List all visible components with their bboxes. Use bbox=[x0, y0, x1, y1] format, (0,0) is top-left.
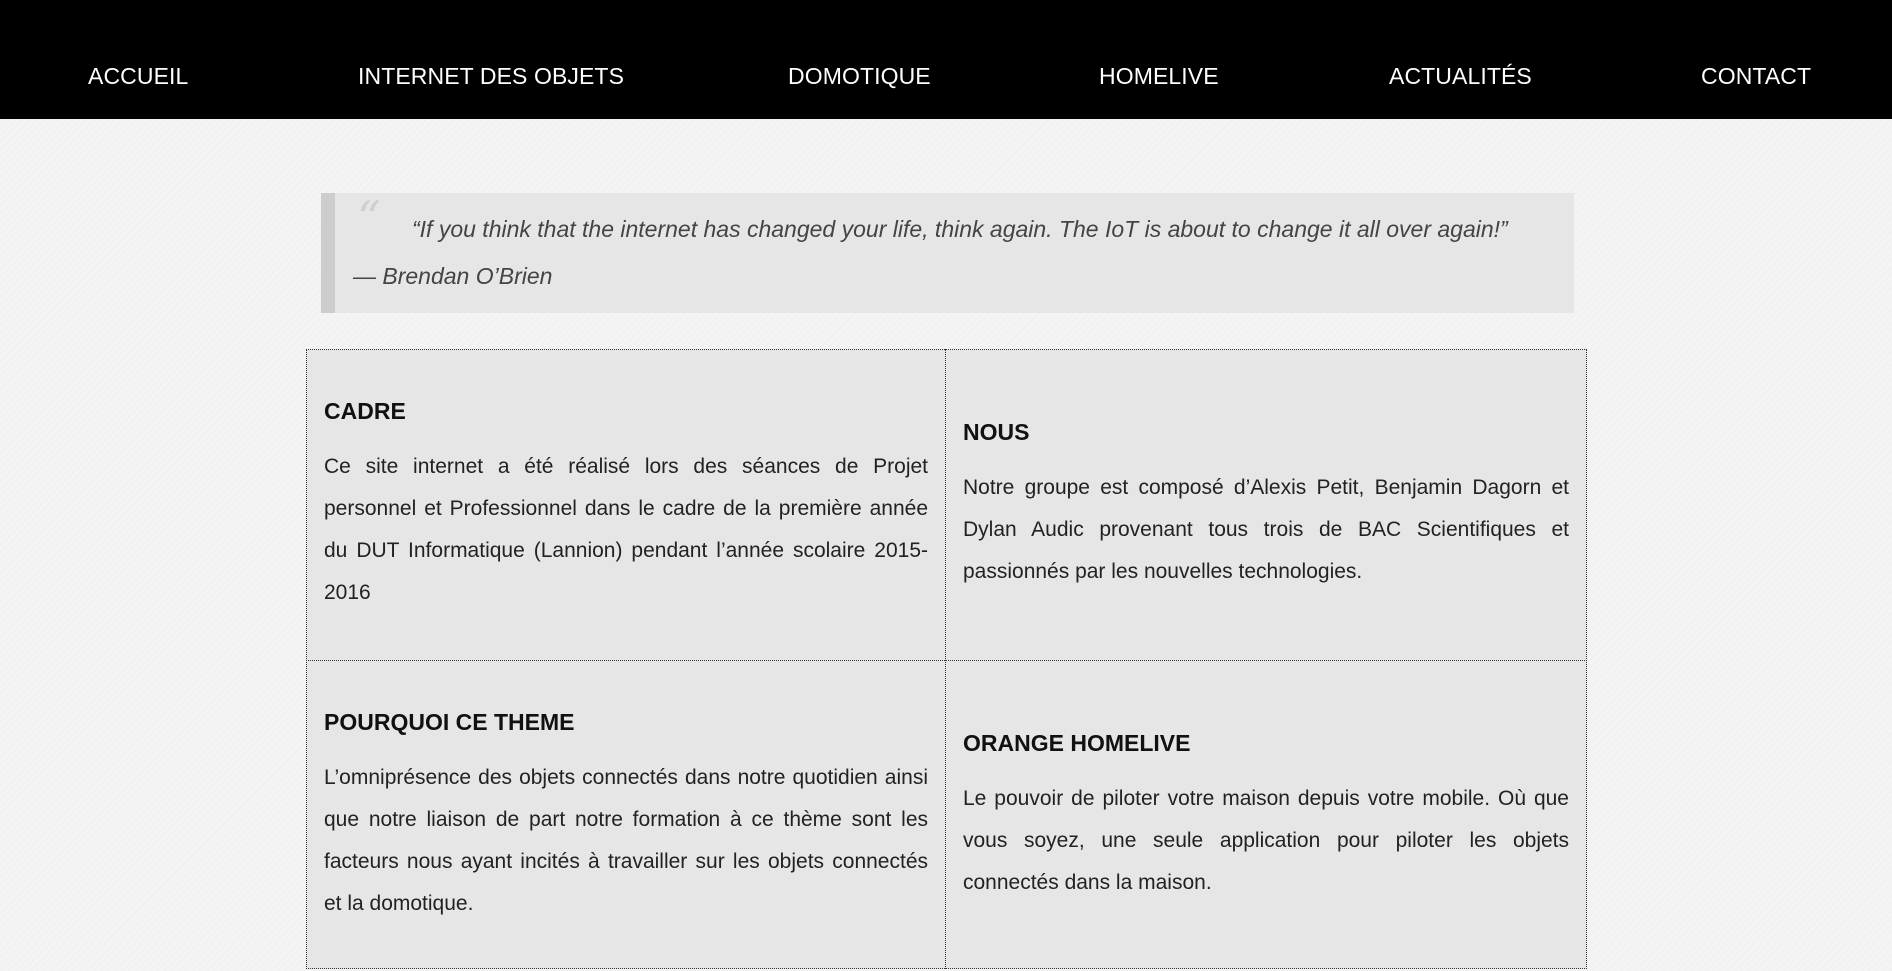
nav-link-domotique[interactable]: DOMOTIQUE bbox=[788, 61, 931, 91]
section-nous: NOUS Notre groupe est composé d’Alexis P… bbox=[946, 350, 1586, 660]
nav-link-actualites[interactable]: ACTUALITÉS bbox=[1389, 61, 1532, 91]
nav-link-accueil[interactable]: ACCUEIL bbox=[88, 61, 188, 91]
section-title-pourquoi-ce-theme: POURQUOI CE THEME bbox=[324, 709, 575, 735]
quote-text: “If you think that the internet has chan… bbox=[412, 216, 1508, 242]
section-text-pourquoi-ce-theme: L’omniprésence des objets connectés dans… bbox=[324, 766, 928, 915]
nav-link-homelive[interactable]: HOMELIVE bbox=[1099, 61, 1219, 91]
top-navigation: ACCUEIL INTERNET DES OBJETS DOMOTIQUE HO… bbox=[0, 0, 1892, 119]
section-title-nous: NOUS bbox=[963, 419, 1030, 445]
section-text-orange-homelive: Le pouvoir de piloter votre maison depui… bbox=[963, 787, 1569, 894]
nav-link-internet-des-objets[interactable]: INTERNET DES OBJETS bbox=[358, 61, 624, 91]
section-pourquoi-ce-theme: POURQUOI CE THEME L’omniprésence des obj… bbox=[307, 661, 945, 971]
section-cadre: CADRE Ce site internet a été réalisé lor… bbox=[307, 350, 945, 660]
section-text-cadre: Ce site internet a été réalisé lors des … bbox=[324, 455, 928, 604]
section-title-orange-homelive: ORANGE HOMELIVE bbox=[963, 730, 1191, 756]
section-text-nous: Notre groupe est composé d’Alexis Petit,… bbox=[963, 476, 1569, 583]
quote-block: “ “If you think that the internet has ch… bbox=[321, 193, 1574, 313]
quote-author: — Brendan O’Brien bbox=[353, 263, 553, 289]
section-title-cadre: CADRE bbox=[324, 398, 406, 424]
section-orange-homelive: ORANGE HOMELIVE Le pouvoir de piloter vo… bbox=[946, 661, 1586, 971]
quote-mark-icon: “ bbox=[357, 191, 381, 245]
nav-link-contact[interactable]: CONTACT bbox=[1701, 61, 1811, 91]
